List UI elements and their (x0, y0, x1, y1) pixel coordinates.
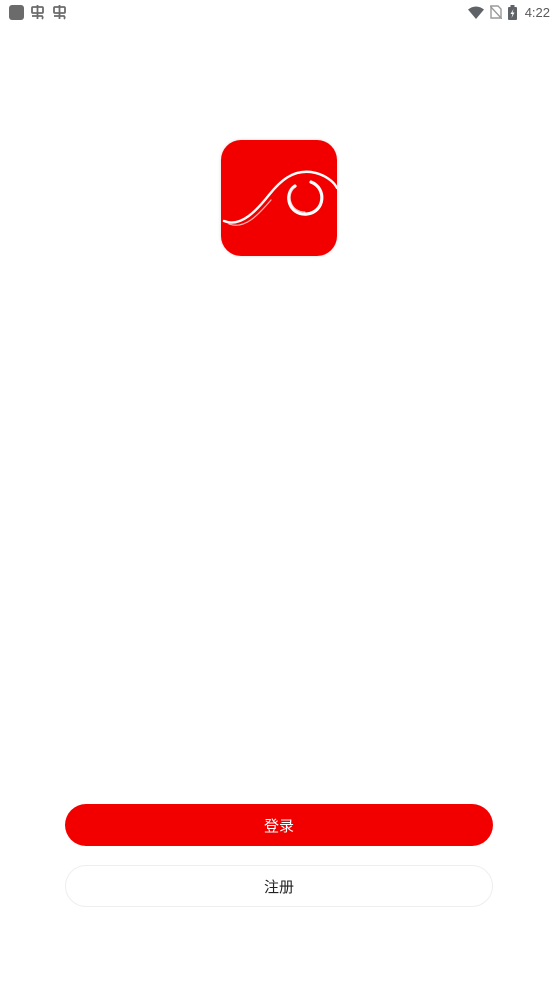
wifi-icon (467, 6, 484, 19)
bug-icon (52, 4, 68, 20)
no-sim-icon (489, 5, 502, 19)
login-button-label: 登录 (263, 816, 294, 835)
register-button-label: 注册 (263, 877, 294, 896)
bug-icon (30, 4, 46, 20)
status-time: 4:22 (524, 4, 550, 20)
login-button[interactable]: 登录 (65, 804, 493, 846)
app-logo-swirl-icon (222, 170, 337, 226)
status-bar-right: 4:22 (467, 4, 550, 20)
register-button[interactable]: 注册 (65, 865, 493, 907)
notification-square-icon (9, 4, 24, 20)
status-bar: 4:22 (0, 0, 558, 24)
app-logo (221, 140, 337, 256)
battery-charging-icon (507, 4, 517, 20)
login-screen: 4:22 登录 注册 (0, 0, 558, 992)
status-bar-left (9, 4, 68, 20)
